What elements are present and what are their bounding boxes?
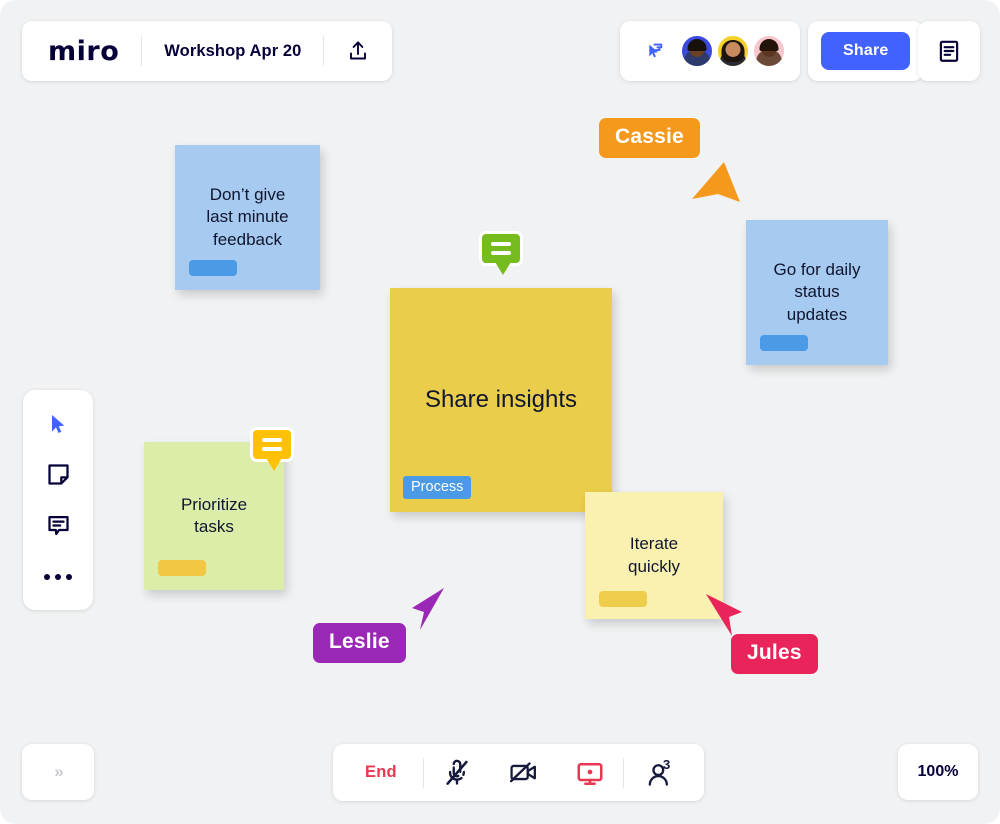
share-panel: Share xyxy=(808,21,924,81)
cursor-arrow-icon xyxy=(692,162,740,202)
sticky-note-tag[interactable]: Process xyxy=(403,476,472,499)
sticky-note[interactable]: Go for daily status updates xyxy=(746,220,888,365)
avatar-list xyxy=(680,34,786,68)
collaborators-panel xyxy=(620,21,800,81)
board-header-bar: miro Workshop Apr 20 xyxy=(22,21,393,81)
expand-panel-button[interactable]: » xyxy=(22,744,94,800)
left-toolbar xyxy=(23,390,93,610)
comment-line xyxy=(262,438,282,442)
sticky-note[interactable]: Don’t give last minute feedback xyxy=(175,145,320,290)
comment-line xyxy=(491,242,511,246)
sticky-note-text: Iterate quickly xyxy=(628,534,680,576)
miro-logo-text: miro xyxy=(48,35,120,67)
collaborator-cursor-arrow xyxy=(398,586,450,639)
sticky-note-tag[interactable] xyxy=(599,591,647,607)
sticky-note-tag[interactable] xyxy=(760,335,808,351)
sticky-note-icon xyxy=(47,464,69,485)
sticky-note-tool[interactable] xyxy=(35,454,81,496)
comment-line xyxy=(262,447,282,451)
notes-panel-button[interactable] xyxy=(918,21,980,81)
participants-button[interactable]: 3 xyxy=(624,756,700,790)
sticky-note-tag[interactable] xyxy=(189,260,237,276)
sticky-note[interactable]: Share insights Process xyxy=(390,288,612,512)
cursor-icon xyxy=(52,414,65,433)
comment-line xyxy=(491,251,511,255)
end-call-button[interactable]: End xyxy=(337,763,423,782)
miro-logo[interactable]: miro xyxy=(22,38,141,65)
collaborator-label-cassie: Cassie xyxy=(599,118,700,158)
avatar[interactable] xyxy=(752,34,786,68)
chevron-double-right-icon: » xyxy=(54,762,64,781)
camera-muted-button[interactable] xyxy=(490,757,557,788)
microphone-muted-button[interactable] xyxy=(424,758,490,788)
upload-button[interactable] xyxy=(324,39,392,63)
sticky-note-text: Don’t give last minute feedback xyxy=(206,184,289,249)
avatar[interactable] xyxy=(716,34,750,68)
sticky-note[interactable]: Prioritize tasks xyxy=(144,442,284,590)
follow-cursor-icon xyxy=(649,43,663,58)
share-button[interactable]: Share xyxy=(821,32,911,70)
collaborator-label-jules: Jules xyxy=(731,634,818,674)
zoom-level-label: 100% xyxy=(917,763,959,780)
comment-icon xyxy=(47,515,69,536)
screen-share-icon xyxy=(577,762,603,785)
zoom-level-button[interactable]: 100% xyxy=(898,744,978,800)
microphone-muted-icon xyxy=(446,759,468,785)
avatar[interactable] xyxy=(680,34,714,68)
more-tools-button[interactable] xyxy=(35,556,81,598)
collaborator-cursor-arrow xyxy=(688,158,744,211)
notes-panel-icon xyxy=(939,40,959,62)
sticky-note-text: Go for daily status updates xyxy=(773,259,861,324)
sticky-note-tag[interactable] xyxy=(158,560,206,576)
comment-bubble[interactable] xyxy=(479,231,523,280)
camera-muted-icon xyxy=(509,762,536,783)
cursor-arrow-icon xyxy=(412,588,444,630)
call-bar: End 3 xyxy=(333,744,704,801)
sticky-note-text: Prioritize tasks xyxy=(180,494,248,536)
cursor-arrow-icon xyxy=(706,594,742,636)
participants-icon: 3 xyxy=(648,756,670,786)
comment-bubble[interactable] xyxy=(250,427,294,476)
miro-board-app: miro Workshop Apr 20 Share Don’t give la… xyxy=(0,0,1000,824)
follow-cursor-button[interactable] xyxy=(634,40,670,62)
upload-icon xyxy=(350,41,367,60)
collaborator-label-leslie: Leslie xyxy=(313,623,406,663)
select-tool[interactable] xyxy=(35,403,81,445)
screen-share-button[interactable] xyxy=(557,758,623,788)
comment-tool[interactable] xyxy=(35,505,81,547)
ellipsis-icon xyxy=(44,573,72,580)
sticky-note-text: Share insights xyxy=(424,386,578,414)
board-title[interactable]: Workshop Apr 20 xyxy=(142,42,323,61)
